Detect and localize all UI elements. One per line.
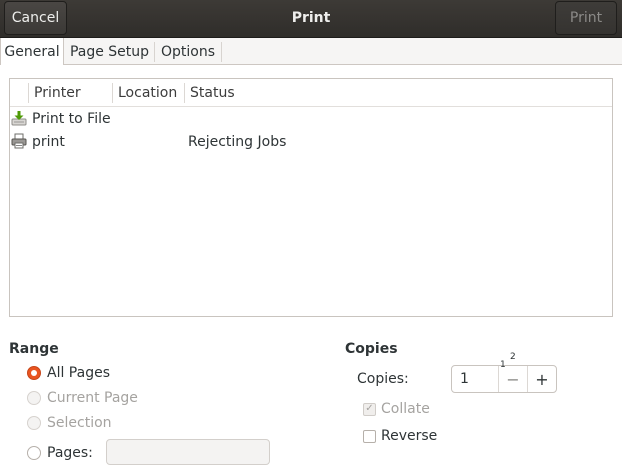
range-title: Range [9,341,59,357]
check-label: Collate [381,401,430,417]
checkmark-icon[interactable]: ✓ [363,402,376,416]
copies-title: Copies [345,341,398,357]
collate-preview: 1 2 [497,352,521,374]
radio-indicator[interactable] [27,416,41,430]
column-separator [28,83,29,103]
preview-page-number: 1 [500,360,506,370]
printer-status: Rejecting Jobs [188,133,287,150]
checkbox-indicator[interactable] [363,429,376,443]
dialog-title: Print [291,10,331,26]
radio-current-page[interactable]: Current Page [27,388,138,408]
copies-label: Copies: [357,371,409,387]
tab-general[interactable]: General [0,38,64,66]
column-header-location[interactable]: Location [118,79,177,107]
radio-all-pages[interactable]: All Pages [27,363,110,383]
column-header-status[interactable]: Status [190,79,235,107]
radio-indicator[interactable] [27,446,41,460]
column-header-printer[interactable]: Printer [34,79,81,107]
pages-input[interactable] [106,439,270,465]
radio-indicator[interactable] [27,366,41,380]
cancel-button[interactable]: Cancel [4,1,67,35]
printer-name: print [32,133,65,150]
radio-label: Pages: [47,445,93,461]
radio-label: All Pages [47,365,110,381]
check-label: Reverse [381,428,438,444]
radio-label: Current Page [47,390,138,406]
increment-button[interactable]: + [527,366,556,392]
save-file-icon [11,110,27,126]
printer-icon [11,133,27,149]
tab-page-setup[interactable]: Page Setup [66,38,153,65]
radio-label: Selection [47,415,112,431]
tab-options[interactable]: Options [155,38,221,65]
print-button[interactable]: Print [555,1,617,35]
list-header: Printer Location Status [10,79,612,107]
radio-indicator[interactable] [27,391,41,405]
header-bar: Print Cancel Print [0,0,622,38]
column-separator [112,83,113,103]
collate-checkbox[interactable]: ✓ Collate [363,399,430,419]
printer-row-print[interactable]: print Rejecting Jobs [10,130,612,153]
radio-selection[interactable]: Selection [27,413,112,433]
radio-pages[interactable]: Pages: [27,443,93,463]
tab-bar: General Page Setup Options [0,38,622,66]
reverse-checkbox[interactable]: Reverse [363,426,437,446]
preview-page-number: 2 [510,352,516,362]
printer-list[interactable]: Printer Location Status Print to File pr… [9,78,613,317]
general-page: Printer Location Status Print to File pr… [0,65,622,473]
tab-separator [221,42,222,62]
printer-row-print-to-file[interactable]: Print to File [10,107,612,130]
copies-value[interactable]: 1 [452,366,498,392]
printer-name: Print to File [32,110,111,127]
column-separator [184,83,185,103]
